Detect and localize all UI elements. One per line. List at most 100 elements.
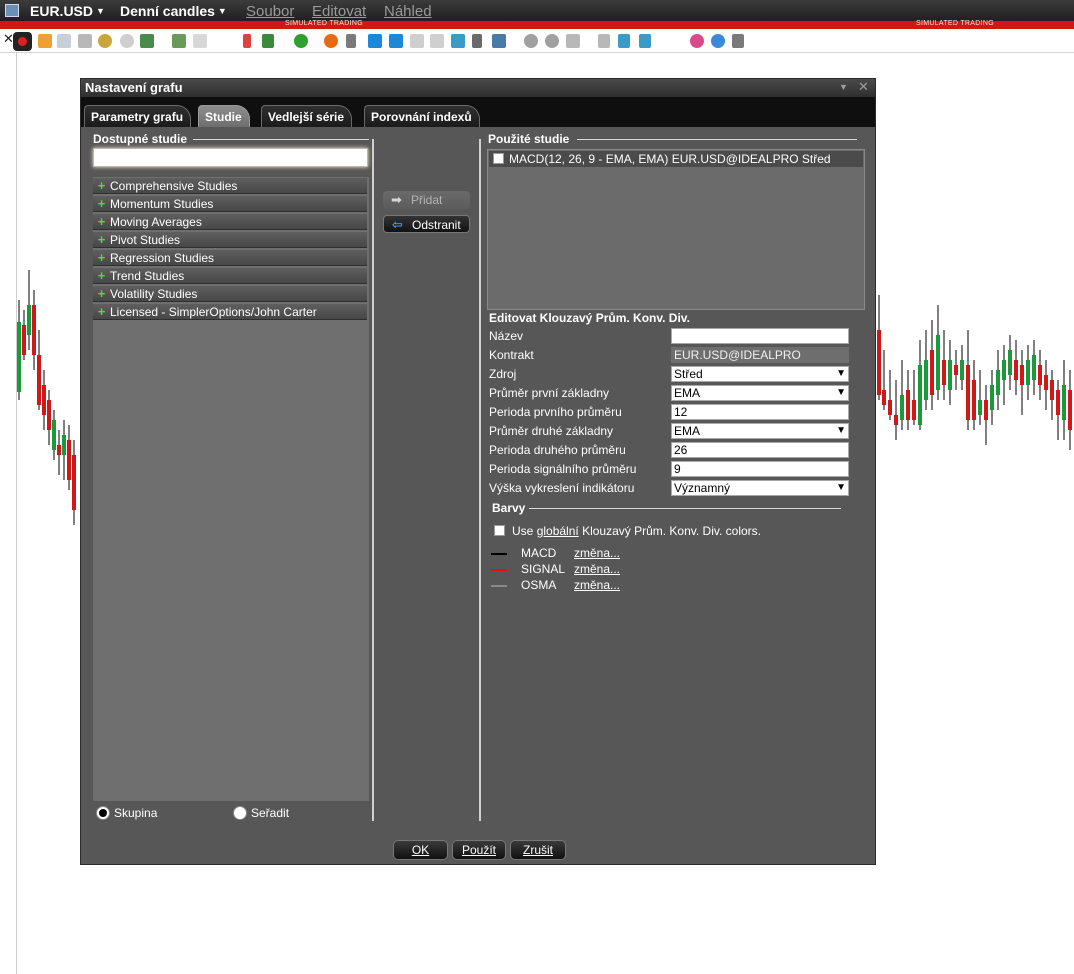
expand-plus-icon[interactable]: + <box>97 197 106 210</box>
first-average-select[interactable]: EMA ▼ <box>671 385 849 401</box>
signal-period-input[interactable]: 9 <box>671 461 849 477</box>
add-study-button[interactable]: ➡ Přidat <box>383 191 470 209</box>
line-tool-icon[interactable] <box>472 34 482 48</box>
macd-change-link[interactable]: změna... <box>574 546 620 560</box>
expand-plus-icon[interactable]: + <box>97 269 106 282</box>
channel-tool-icon[interactable] <box>492 34 506 48</box>
dialog-title-bar: Nastavení grafu ▼ ✕ <box>81 79 875 97</box>
stop-trading-icon[interactable] <box>13 32 32 51</box>
expand-plus-icon[interactable]: + <box>97 287 106 300</box>
pointer-icon[interactable] <box>346 34 356 48</box>
list-item-moving-averages[interactable]: + Moving Averages <box>93 214 367 230</box>
palette-icon[interactable] <box>690 34 704 48</box>
list-item-trend-studies[interactable]: + Trend Studies <box>93 268 367 284</box>
radio-sort-label: Seřadit <box>251 806 290 820</box>
scroll-both-icon[interactable] <box>618 34 630 48</box>
macd-color-swatch <box>491 553 507 555</box>
clock-icon[interactable] <box>98 34 112 48</box>
signal-change-link[interactable]: změna... <box>574 562 620 576</box>
second-average-select[interactable]: EMA ▼ <box>671 423 849 439</box>
print-icon[interactable] <box>78 34 92 48</box>
use-global-prefix: Use <box>512 524 537 538</box>
field-label-plot-height: Výška vykreslení indikátoru <box>489 481 635 495</box>
tab-index-comparison[interactable]: Porovnání indexů <box>364 105 480 127</box>
settings-wrench-icon[interactable] <box>732 34 744 48</box>
text-select-icon[interactable] <box>389 34 403 48</box>
cursor-tool-icon[interactable] <box>38 34 52 48</box>
field-label-source: Zdroj <box>489 367 517 381</box>
list-item-label: Regression Studies <box>110 251 215 265</box>
used-study-checkbox[interactable] <box>493 153 504 164</box>
tab-chart-parameters[interactable]: Parametry grafu <box>84 105 192 127</box>
radio-group-by-category[interactable] <box>96 806 110 820</box>
menu-nahled[interactable]: Náhled <box>384 3 432 20</box>
expand-plus-icon[interactable]: + <box>97 215 106 228</box>
crosshair-icon[interactable] <box>324 34 338 48</box>
list-item-volatility-studies[interactable]: + Volatility Studies <box>93 286 367 302</box>
used-study-row[interactable]: MACD(12, 26, 9 - EMA, EMA) EUR.USD@IDEAL… <box>489 151 863 167</box>
zoom-in-icon[interactable] <box>524 34 538 48</box>
second-period-input[interactable]: 26 <box>671 442 849 458</box>
list-item-label: Momentum Studies <box>110 197 214 211</box>
list-item-pivot-studies[interactable]: + Pivot Studies <box>93 232 367 248</box>
osma-change-link[interactable]: změna... <box>574 578 620 592</box>
chart-type-selector[interactable]: Denní candles ▼ <box>120 3 227 19</box>
osma-color-name: OSMA <box>521 578 557 592</box>
macd-color-name: MACD <box>521 546 557 560</box>
tab-studies[interactable]: Studie <box>198 105 250 127</box>
first-period-input[interactable]: 12 <box>671 404 849 420</box>
minimize-icon[interactable]: ▼ <box>839 82 848 92</box>
disabled-tool-icon[interactable] <box>120 34 134 48</box>
field-label-first-period: Perioda prvního průměru <box>489 405 622 419</box>
scroll-left-icon[interactable] <box>598 34 610 48</box>
list-item-momentum-studies[interactable]: + Momentum Studies <box>93 196 367 212</box>
undo-icon[interactable] <box>410 34 424 48</box>
field-label-first-average: Průměr první základny <box>489 386 610 400</box>
use-global-colors-checkbox[interactable] <box>494 525 505 536</box>
pencil-icon[interactable] <box>243 34 251 48</box>
tree-icon[interactable] <box>140 34 154 48</box>
source-select[interactable]: Střed ▼ <box>671 366 849 382</box>
redo-icon[interactable] <box>430 34 444 48</box>
radio-sort-alphabetically[interactable] <box>233 806 247 820</box>
text-tool-icon[interactable] <box>368 34 382 48</box>
list-item-regression-studies[interactable]: + Regression Studies <box>93 250 367 266</box>
radio-group-label: Skupina <box>114 806 158 820</box>
list-item-licensed-simpleroptions[interactable]: + Licensed - SimplerOptions/John Carter <box>93 304 367 320</box>
scroll-right-icon[interactable] <box>639 34 651 48</box>
cancel-button[interactable]: Zrušit <box>510 840 566 860</box>
layers-icon[interactable] <box>451 34 465 48</box>
used-studies-label: Použité studie <box>488 132 570 146</box>
chart-icon[interactable] <box>172 34 186 48</box>
available-studies-label: Dostupné studie <box>93 132 188 146</box>
expand-plus-icon[interactable]: + <box>97 179 106 192</box>
expand-plus-icon[interactable]: + <box>97 251 106 264</box>
menu-editovat[interactable]: Editovat <box>312 3 366 20</box>
sync-icon[interactable] <box>711 34 725 48</box>
expand-plus-icon[interactable]: + <box>97 305 106 318</box>
chart-toolbar: ✕ <box>0 29 1074 53</box>
zoom-out-icon[interactable] <box>545 34 559 48</box>
app-chart-icon <box>5 4 19 17</box>
close-icon[interactable]: ✕ <box>858 79 869 95</box>
dropdown-arrow-icon: ▼ <box>836 425 846 436</box>
global-colors-link[interactable]: globální <box>537 524 579 538</box>
expand-plus-icon[interactable]: + <box>97 233 106 246</box>
refresh-money-icon[interactable] <box>294 34 308 48</box>
plot-height-select[interactable]: Významný ▼ <box>671 480 849 496</box>
bars-icon[interactable] <box>262 34 274 48</box>
apply-button[interactable]: Použít <box>452 840 506 860</box>
symbol-selector[interactable]: EUR.USD ▼ <box>30 3 105 19</box>
fit-icon[interactable] <box>566 34 580 48</box>
tab-secondary-series[interactable]: Vedlejší série <box>261 105 353 127</box>
blank-tool-icon[interactable] <box>193 34 207 48</box>
remove-study-button[interactable]: ⇦ Odstranit <box>383 215 470 233</box>
list-item-comprehensive-studies[interactable]: + Comprehensive Studies <box>93 178 367 194</box>
name-input[interactable] <box>671 328 849 344</box>
chart-type-label: Denní candles <box>120 3 215 19</box>
edit-study-title: Editovat Klouzavý Prům. Konv. Div. <box>489 311 690 325</box>
grid-icon[interactable] <box>57 34 71 48</box>
ok-button[interactable]: OK <box>393 840 448 860</box>
study-search-input[interactable] <box>93 148 368 167</box>
menu-soubor[interactable]: Soubor <box>246 3 294 20</box>
